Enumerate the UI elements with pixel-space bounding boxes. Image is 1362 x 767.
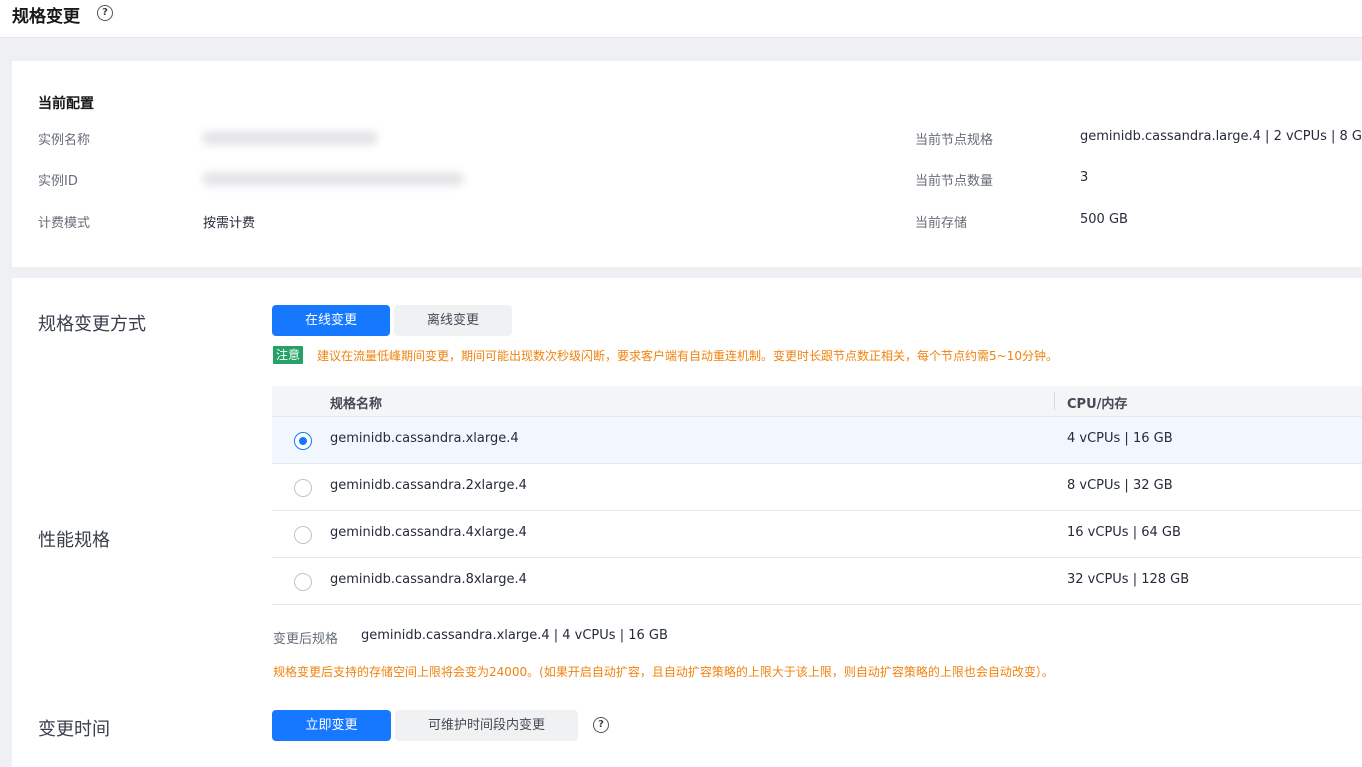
radio-button-checked[interactable]	[294, 432, 312, 450]
help-icon[interactable]: ?	[593, 717, 609, 733]
billing-mode-label: 计费模式	[38, 216, 91, 231]
storage-label: 当前存储	[915, 216, 968, 231]
column-header-spec-name: 规格名称	[330, 397, 383, 412]
node-count-value: 3	[1080, 170, 1089, 185]
cpu-memory-cell: 16 vCPUs | 64 GB	[1067, 525, 1181, 540]
spec-name-cell: geminidb.cassandra.8xlarge.4	[330, 572, 527, 587]
online-change-button[interactable]: 在线变更	[272, 305, 390, 336]
offline-change-button[interactable]: 离线变更	[394, 305, 512, 336]
page-title: 规格变更	[12, 7, 80, 27]
help-icon[interactable]: ?	[97, 5, 113, 21]
notice-tag: 注意	[273, 346, 304, 364]
performance-spec-label: 性能规格	[38, 530, 110, 551]
after-change-spec-value: geminidb.cassandra.xlarge.4 | 4 vCPUs | …	[361, 628, 668, 643]
node-spec-value: geminidb.cassandra.large.4 | 2 vCPUs | 8…	[1080, 129, 1362, 144]
table-header: 规格名称 CPU/内存	[272, 386, 1362, 417]
change-mode-label: 规格变更方式	[38, 314, 146, 335]
change-time-label: 变更时间	[38, 719, 110, 740]
spec-name-cell: geminidb.cassandra.2xlarge.4	[330, 478, 527, 493]
radio-button[interactable]	[294, 526, 312, 544]
change-form-card: 规格变更方式 在线变更 离线变更 注意 建议在流量低峰期间变更，期间可能出现数次…	[12, 278, 1362, 767]
page-header: 规格变更 ?	[0, 0, 1362, 38]
cpu-memory-cell: 8 vCPUs | 32 GB	[1067, 478, 1173, 493]
spec-name-cell: geminidb.cassandra.xlarge.4	[330, 431, 519, 446]
table-row[interactable]: geminidb.cassandra.xlarge.4 4 vCPUs | 16…	[272, 417, 1362, 464]
table-row[interactable]: geminidb.cassandra.2xlarge.4 8 vCPUs | 3…	[272, 464, 1362, 511]
billing-mode-value: 按需计费	[203, 216, 256, 231]
column-header-cpu-memory: CPU/内存	[1067, 397, 1128, 412]
immediate-change-button[interactable]: 立即变更	[272, 710, 391, 741]
after-change-spec-label: 变更后规格	[273, 632, 339, 647]
spec-table: 规格名称 CPU/内存 geminidb.cassandra.xlarge.4 …	[272, 386, 1362, 605]
node-count-label: 当前节点数量	[915, 174, 994, 189]
node-spec-label: 当前节点规格	[915, 133, 994, 148]
instance-id-value-redacted	[202, 172, 464, 186]
instance-id-label: 实例ID	[38, 174, 78, 189]
current-config-card: 当前配置 实例名称 实例ID 计费模式 按需计费 当前节点规格 geminidb…	[12, 61, 1362, 267]
radio-button[interactable]	[294, 479, 312, 497]
cpu-memory-cell: 4 vCPUs | 16 GB	[1067, 431, 1173, 446]
notice-text: 建议在流量低峰期间变更，期间可能出现数次秒级闪断，要求客户端有自动重连机制。变更…	[317, 349, 1058, 363]
maintenance-window-change-button[interactable]: 可维护时间段内变更	[395, 710, 578, 741]
table-row[interactable]: geminidb.cassandra.8xlarge.4 32 vCPUs | …	[272, 558, 1362, 605]
storage-limit-note: 规格变更后支持的存储空间上限将会变为24000。(如果开启自动扩容，且自动扩容策…	[273, 665, 1054, 679]
spec-name-cell: geminidb.cassandra.4xlarge.4	[330, 525, 527, 540]
instance-name-label: 实例名称	[38, 133, 91, 148]
table-row[interactable]: geminidb.cassandra.4xlarge.4 16 vCPUs | …	[272, 511, 1362, 558]
column-divider	[1054, 392, 1055, 410]
storage-value: 500 GB	[1080, 212, 1128, 227]
current-config-title: 当前配置	[38, 96, 94, 112]
cpu-memory-cell: 32 vCPUs | 128 GB	[1067, 572, 1190, 587]
instance-name-value-redacted	[202, 131, 378, 145]
radio-button[interactable]	[294, 573, 312, 591]
